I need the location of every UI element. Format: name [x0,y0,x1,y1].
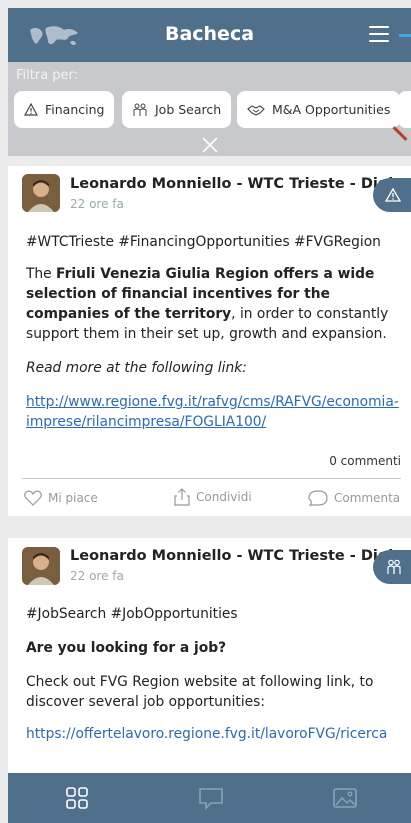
comment-count[interactable]: 0 commenti [329,454,401,468]
post-link[interactable]: http://www.regione.fvg.it/rafvg/cms/RAFV… [26,392,399,432]
filter-panel: Filtra per: Financing Job Search M&A Opp… [8,62,411,156]
heart-icon [24,490,42,506]
hamburger-icon[interactable] [369,26,389,42]
warning-triangle-icon [24,103,38,116]
comment-button[interactable]: Commenta [308,490,400,506]
post-card: Leonardo Monniello - WTC Trieste - Digit… [8,538,411,773]
post-card: Leonardo Monniello - WTC Trieste - Digit… [8,166,411,516]
people-icon [133,103,147,116]
post-headline: Are you looking for a job? [26,640,227,656]
filter-chip-job-search[interactable]: Job Search [122,91,232,128]
divider [22,478,401,479]
image-icon[interactable] [332,785,358,811]
post-author[interactable]: Leonardo Monniello - WTC Trieste - Digit… [70,176,411,192]
filter-chip-financing[interactable]: Financing [14,91,115,128]
people-icon [387,559,401,574]
top-bar: Bacheca [8,8,411,62]
drawer-edge-indicator [399,34,411,37]
speech-bubble-icon [308,490,328,506]
page-title: Bacheca [164,23,255,45]
post-tags: #WTCTrieste #FinancingOpportunities #FVG… [26,234,381,250]
bottom-tab-bar [8,773,411,823]
filter-chip-partial[interactable] [398,91,411,128]
grid-icon[interactable] [64,785,90,811]
handshake-icon [247,104,265,116]
category-badge[interactable] [373,178,411,212]
filter-chip-label: M&A Opportunities [272,102,391,117]
filter-chip-ma-opportunities[interactable]: M&A Opportunities [237,91,401,128]
share-icon [174,488,190,506]
post-body: Check out FVG Region website at followin… [26,674,374,710]
post-time: 22 ore fa [70,197,124,211]
close-icon[interactable] [200,135,220,155]
read-more-label: Read more at the following link: [26,360,247,376]
avatar[interactable] [22,174,60,212]
scroll-indicator [392,126,408,141]
filter-chip-label: Job Search [155,102,222,117]
post-body: The Friuli Venezia Giulia Region offers … [26,266,389,342]
category-badge[interactable] [373,550,411,584]
avatar[interactable] [22,547,60,585]
warning-triangle-icon [385,188,401,202]
post-time: 22 ore fa [70,569,124,583]
post-tags: #JobSearch #JobOpportunities [26,606,238,622]
post-link[interactable]: https://offertelavoro.regione.fvg.it/lav… [26,724,397,744]
filter-chip-label: Financing [45,102,105,117]
share-button[interactable]: Condividi [174,488,252,506]
like-button[interactable]: Mi piace [24,490,98,506]
chat-icon[interactable] [198,785,224,811]
filter-label: Filtra per: [16,68,79,83]
post-author[interactable]: Leonardo Monniello - WTC Trieste - Digit… [70,548,411,564]
